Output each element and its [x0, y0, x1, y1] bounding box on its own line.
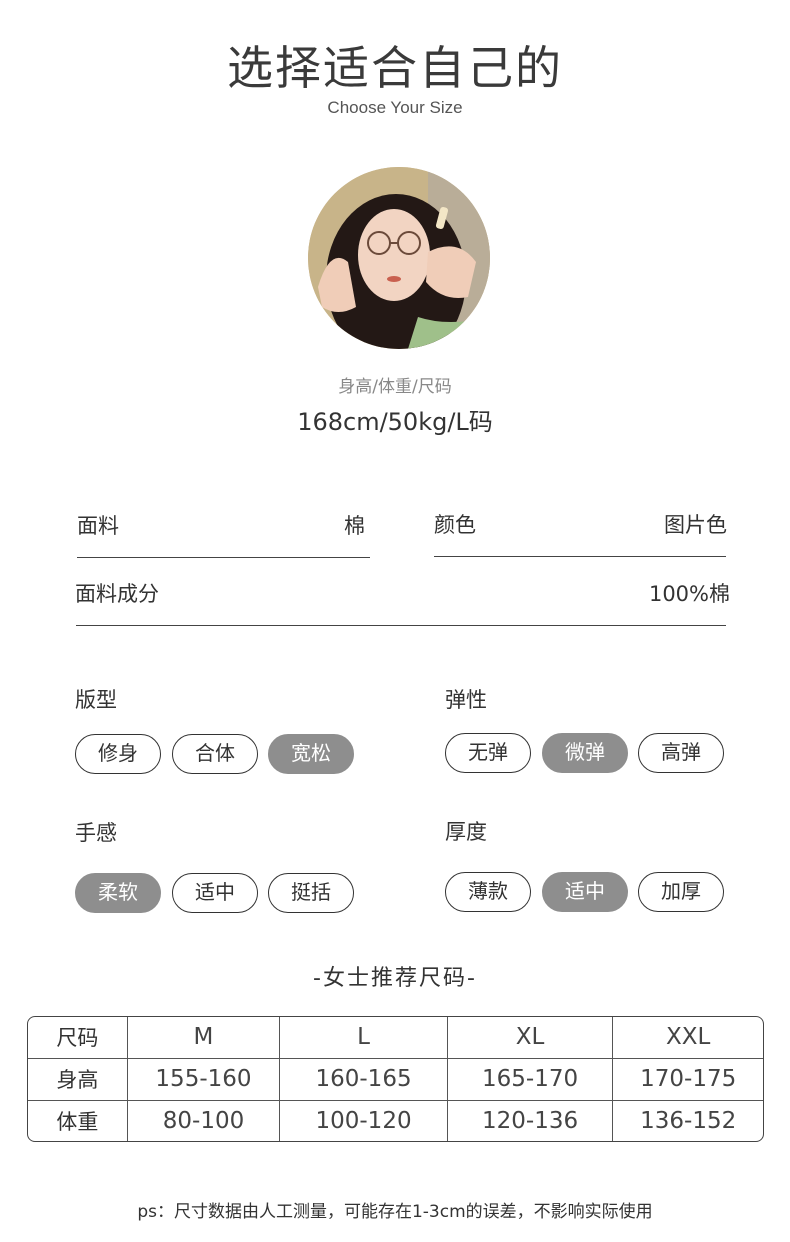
color-value: 图片色 — [664, 513, 727, 537]
fabric-label: 面料 — [77, 514, 119, 538]
table-cell: 80-100 — [128, 1100, 281, 1141]
divider — [76, 625, 726, 626]
thickness-option-thick[interactable]: 加厚 — [638, 872, 724, 912]
footnote: ps：尺寸数据由人工测量，可能存在1-3cm的误差，不影响实际使用 — [137, 1202, 653, 1222]
color-label: 颜色 — [434, 513, 476, 537]
feel-option-crisp[interactable]: 挺括 — [268, 873, 354, 913]
size-table-header-row: 尺码 M L XL XXL — [28, 1017, 763, 1059]
elasticity-option-high[interactable]: 高弹 — [638, 733, 724, 773]
table-cell: 100-120 — [280, 1100, 448, 1141]
divider — [434, 556, 726, 557]
table-cell: 136-152 — [640, 1107, 737, 1134]
thickness-option-thin[interactable]: 薄款 — [445, 872, 531, 912]
table-header-cell: L — [280, 1017, 448, 1059]
table-row: 体重 80-100 100-120 120-136 136-152 — [28, 1100, 763, 1141]
model-caption-value: 168cm/50kg/L码 — [297, 408, 493, 436]
page-title: 选择适合自己的 — [227, 41, 563, 95]
thickness-label: 厚度 — [445, 820, 487, 844]
table-row-label: 体重 — [28, 1100, 128, 1141]
table-cell: 155-160 — [127, 1058, 281, 1101]
table-row: 身高 155-160 160-165 165-170 170-175 — [28, 1058, 763, 1101]
size-table-title: -女士推荐尺码- — [313, 966, 477, 991]
feel-label: 手感 — [75, 821, 117, 845]
table-header-cell: XXL — [613, 1017, 763, 1059]
table-cell: 170-175 — [613, 1059, 763, 1101]
fit-option-regular[interactable]: 合体 — [172, 734, 258, 774]
thickness-option-medium[interactable]: 适中 — [542, 872, 628, 912]
fit-label: 版型 — [75, 688, 117, 712]
table-header-cell: 尺码 — [28, 1017, 128, 1059]
feel-option-soft[interactable]: 柔软 — [75, 873, 161, 913]
composition-value: 100%棉 — [648, 582, 730, 606]
table-row-label: 身高 — [28, 1058, 128, 1101]
table-cell: 165-170 — [447, 1058, 614, 1101]
divider — [77, 557, 370, 558]
fit-option-slim[interactable]: 修身 — [75, 734, 161, 774]
fit-option-loose[interactable]: 宽松 — [268, 734, 354, 774]
size-table: 尺码 M L XL XXL 身高 155-160 160-165 165-170… — [27, 1016, 764, 1142]
composition-label: 面料成分 — [75, 582, 159, 606]
table-cell: 120-136 — [448, 1100, 614, 1141]
model-photo — [308, 167, 490, 349]
elasticity-option-none[interactable]: 无弹 — [445, 733, 531, 773]
elasticity-label: 弹性 — [445, 688, 487, 712]
elasticity-option-slight[interactable]: 微弹 — [542, 733, 628, 773]
table-header-cell: XL — [447, 1017, 614, 1059]
page-subtitle: Choose Your Size — [327, 98, 463, 117]
feel-option-medium[interactable]: 适中 — [172, 873, 258, 913]
model-caption-label: 身高/体重/尺码 — [338, 377, 452, 397]
table-header-cell: M — [127, 1017, 281, 1059]
fabric-value: 棉 — [344, 514, 365, 538]
table-cell: 160-165 — [280, 1058, 448, 1101]
